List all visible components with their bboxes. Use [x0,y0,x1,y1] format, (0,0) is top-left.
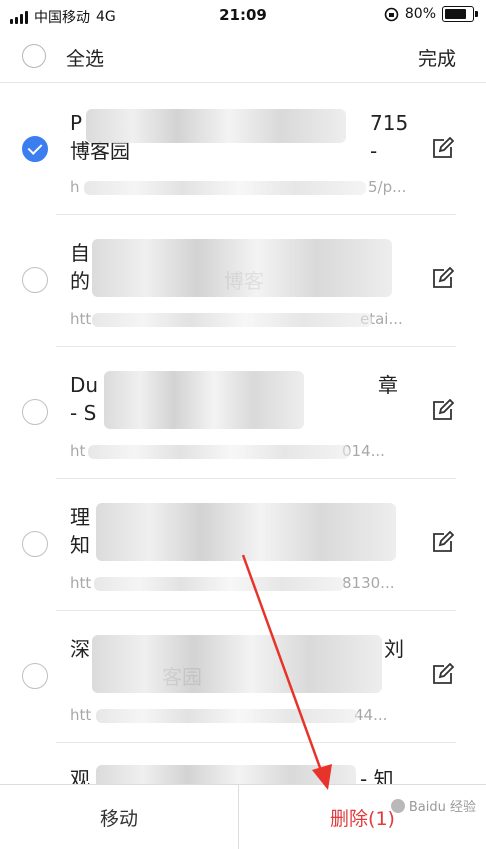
list-item[interactable]: 理 知 htt 8130... [0,479,486,611]
blurred-region [96,709,358,723]
title-end: 刘 [384,637,404,661]
select-all-label[interactable]: 全选 [66,44,104,71]
blurred-region [92,313,372,327]
edit-icon[interactable] [430,531,454,555]
blurred-region [104,371,304,429]
title-line2: 知 [70,533,90,557]
url-end: 44... [354,706,388,724]
url-start: htt [70,310,92,328]
select-all-checkbox[interactable] [22,44,46,68]
watermark: Baidu 经验 [390,796,476,815]
blurred-region [92,239,392,297]
battery-percent: 80% [404,6,436,22]
title-line2: 的 [70,269,90,293]
item-checkbox[interactable] [22,531,48,557]
list-item[interactable]: 深 刘 客园 htt 44... [0,611,486,743]
item-checkbox[interactable] [22,399,48,425]
item-checkbox[interactable] [22,136,48,162]
done-button[interactable]: 完成 [418,44,456,71]
edit-icon[interactable] [430,663,454,687]
list-item[interactable]: Du 章 - S ht 014... [0,347,486,479]
edit-icon[interactable] [430,137,454,161]
item-checkbox[interactable] [22,267,48,293]
bottom-action-bar: 移动 删除(1) [0,784,486,849]
item-checkbox[interactable] [22,663,48,689]
edit-icon[interactable] [430,399,454,423]
battery-icon [442,6,478,22]
url-start: ht [70,442,86,460]
edit-icon[interactable] [430,267,454,291]
url-start: h [70,178,80,196]
blurred-region [92,635,382,693]
rotation-lock-icon [384,7,399,21]
list-item[interactable]: 观 - 知 [0,743,486,784]
delete-button[interactable]: 删除(1) [239,785,486,849]
watermark-text: Baidu 经验 [408,800,476,815]
title-end: 章 [378,373,398,397]
url-start: htt [70,574,92,592]
title-start: 理 [70,505,90,529]
blurred-region [94,577,344,591]
status-right: 80% [384,6,478,22]
status-bar: 中国移动 4G 21:09 80% [0,0,486,32]
title-start: 深 [70,637,90,661]
title-start: 观 [70,767,90,784]
move-button[interactable]: 移动 [0,785,238,849]
selection-toolbar: 全选 完成 [0,32,486,83]
baidu-paw-icon [390,798,405,813]
title-start: P [70,111,83,135]
blurred-region [86,109,346,143]
list-item[interactable]: 自 的 博客 htt etai... [0,215,486,347]
blurred-region [96,765,356,784]
url-start: htt [70,706,92,724]
list-item[interactable]: P 715 - 博客园 h 5/p... [0,83,486,215]
blurred-region [88,445,350,459]
blurred-region [84,181,366,195]
title-start: 自 [70,241,90,265]
title-start: Du [70,373,99,397]
battery-fill [445,9,466,19]
title-end: 715 - [370,111,409,163]
blurred-region [96,503,396,561]
url-end: 5/p... [368,178,407,196]
title-line2: - S [70,401,97,425]
url-end: 8130... [342,574,395,592]
title-end: - 知 [360,767,394,784]
